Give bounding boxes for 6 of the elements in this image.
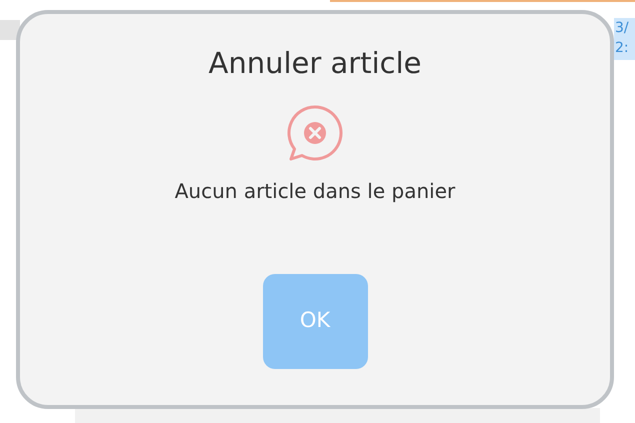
- dialog-title: Annuler article: [208, 45, 422, 82]
- date-time-label: 3/ 2:: [614, 18, 635, 60]
- error-bubble-icon: [286, 104, 344, 162]
- dialog-message: Aucun article dans le panier: [174, 178, 456, 204]
- ok-button[interactable]: OK: [262, 274, 368, 368]
- toolbar-background: [0, 20, 20, 40]
